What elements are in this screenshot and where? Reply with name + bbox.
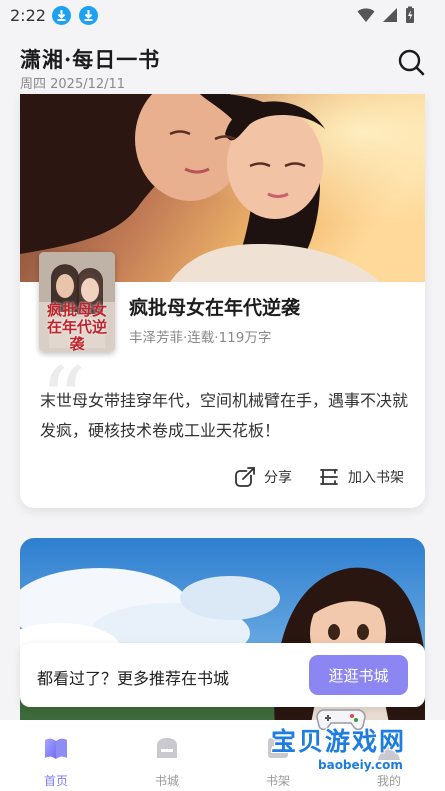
app-title: 潇湘·每日一书 (20, 47, 161, 72)
search-button[interactable] (397, 48, 425, 76)
recommendation-text: 都看过了？更多推荐在书城 (37, 669, 230, 688)
nav-label-store: 书城 (154, 774, 179, 788)
nav-item-store[interactable]: 书城 (137, 734, 197, 789)
book-meta: 丰泽芳菲·连载·119万字 (129, 330, 272, 346)
download-icon (79, 6, 98, 25)
store-icon (157, 738, 177, 758)
book-title[interactable]: 疯批母女在年代逆袭 (129, 293, 300, 320)
add-to-shelf-button[interactable]: 加入书架 (318, 466, 404, 488)
wifi-icon (357, 8, 375, 22)
share-label: 分享 (264, 470, 292, 486)
status-time: 2:22 (10, 6, 46, 25)
book-cover[interactable]: 疯批母女在年代逆袭 (39, 252, 115, 352)
recommendation-bar: 都看过了？更多推荐在书城 逛逛书城 (20, 643, 425, 707)
watermark-url: baobeiy.com (318, 758, 403, 772)
book-description: 末世母女带挂穿年代，空间机械臂在手，遇事不决就发疯，硬核技术卷成工业天花板！ (40, 391, 409, 440)
share-button[interactable]: 分享 (234, 466, 292, 488)
download-icon (52, 6, 71, 25)
header-date: 周四 2025/12/11 (20, 77, 126, 92)
bookshelf-add-icon (320, 469, 338, 485)
add-to-shelf-label: 加入书架 (348, 470, 404, 486)
watermark: 宝贝游戏网 baobeiy.com (266, 704, 416, 786)
nav-label-home: 首页 (43, 774, 68, 788)
status-bar: 2:22 (0, 0, 445, 32)
cover-title-text: 疯批母女在年代逆袭 (46, 301, 107, 353)
share-icon (235, 467, 255, 487)
browse-store-button[interactable]: 逛逛书城 (309, 655, 408, 695)
nav-item-home[interactable]: 首页 (26, 734, 86, 789)
watermark-text: 宝贝游戏网 (271, 727, 407, 756)
battery-icon (406, 6, 414, 23)
search-icon (398, 49, 425, 76)
featured-book-card[interactable]: 疯批母女在年代逆袭 疯批母女在年代逆袭 丰泽芳菲·连载·119万字 “ 末世母女… (20, 94, 425, 508)
home-book-icon (45, 738, 67, 759)
signal-icon (383, 8, 397, 22)
